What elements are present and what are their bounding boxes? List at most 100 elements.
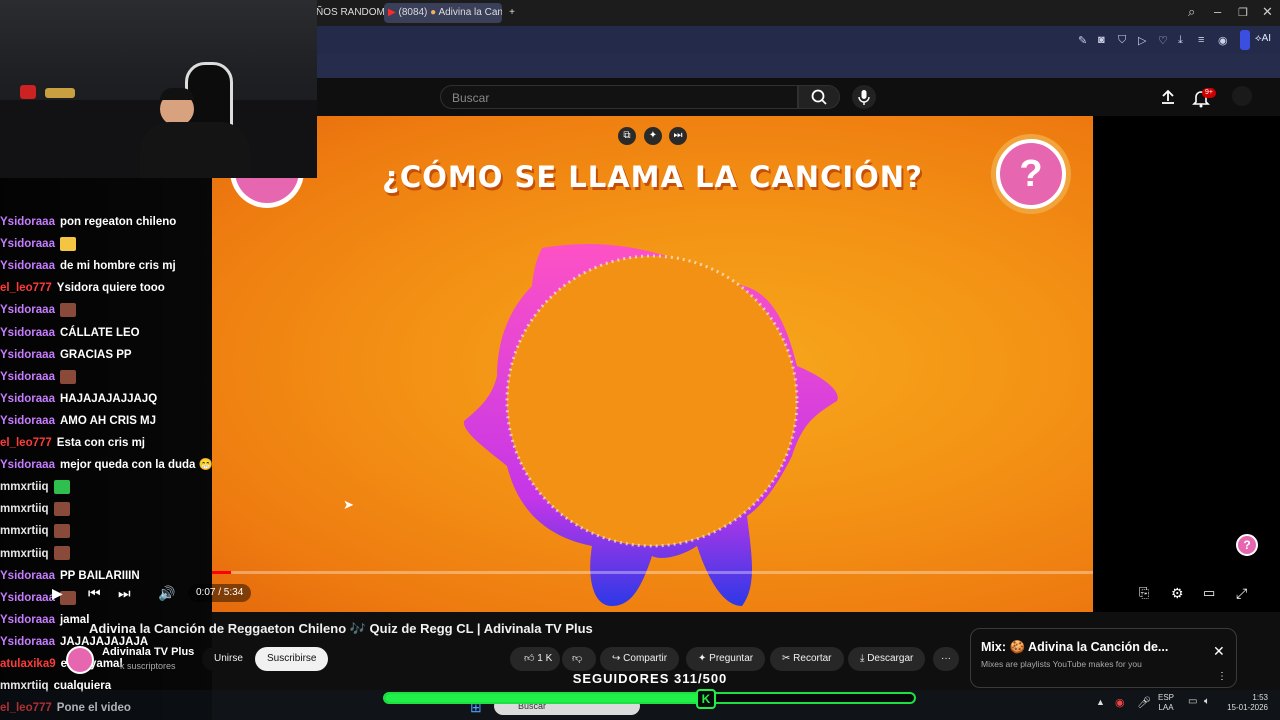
chat-message: Ysidoraaa GRACIAS PP	[0, 345, 132, 365]
chat-username[interactable]: mmxrtiiq	[0, 503, 49, 515]
edit-icon[interactable]: ✎	[1078, 34, 1087, 47]
chat-username[interactable]: Ysidoraaa	[0, 636, 55, 648]
ai-sparkle-icon[interactable]: ✦	[644, 127, 662, 145]
chat-message: Ysidoraaa	[0, 300, 76, 320]
play-icon[interactable]: ▷	[1138, 34, 1146, 47]
chat-emote-icon	[59, 237, 76, 252]
fullscreen-icon[interactable]: ⤢	[1236, 585, 1247, 602]
chat-emote-icon	[59, 369, 76, 384]
share-button[interactable]: ↪ Compartir	[600, 647, 680, 671]
speaker-icon[interactable]: 🔈︎	[1204, 696, 1210, 707]
minimize-icon[interactable]: –	[1214, 4, 1221, 19]
heart-icon[interactable]: ♡	[1158, 34, 1168, 47]
new-tab-plus-icon[interactable]: +	[500, 3, 524, 23]
close-mix-icon[interactable]: ✕	[1213, 643, 1225, 660]
chat-emote-icon	[53, 480, 70, 495]
chat-username[interactable]: el_leo777	[0, 437, 52, 449]
chat-message: Ysidoraaa de mi hombre cris mj	[0, 256, 176, 276]
scissors-icon: ✂	[782, 653, 791, 664]
progress-bar[interactable]	[212, 571, 1093, 574]
tray-chevron-icon[interactable]: ▲	[1096, 697, 1105, 707]
tray-app-icon[interactable]: ◉	[1115, 696, 1125, 709]
shelf-items	[45, 88, 75, 98]
chat-username[interactable]: Ysidoraaa	[0, 371, 55, 383]
channel-avatar[interactable]	[66, 646, 94, 674]
chat-username[interactable]: el_leo777	[0, 282, 52, 294]
chat-message: Ysidoraaa pon regeaton chileno	[0, 212, 176, 232]
video-title: Adivina la Canción de Reggaeton Chileno …	[89, 621, 593, 636]
chat-username[interactable]: mmxrtiiq	[0, 548, 49, 560]
maximize-icon[interactable]: ❐	[1238, 6, 1248, 19]
join-button[interactable]: Unirse	[202, 647, 255, 671]
chat-message: el_leo777 Esta con cris mj	[0, 433, 145, 453]
search-icon	[811, 89, 827, 105]
tab-random[interactable]: ÑOS RANDOM ●	[312, 3, 390, 23]
upload-button[interactable]	[1159, 88, 1177, 111]
voice-search-button[interactable]	[852, 85, 876, 109]
chat-username[interactable]: Ysidoraaa	[0, 349, 55, 361]
volume-icon[interactable]: 🔊	[158, 585, 175, 602]
next-button[interactable]: ⏭	[118, 585, 131, 602]
microphone-tray-icon[interactable]: 🎤︎	[1137, 696, 1151, 709]
chat-message-text: PP BAILARIIIN	[59, 569, 140, 582]
clip-button[interactable]: ✂ Recortar	[770, 647, 844, 671]
ask-button[interactable]: ✦ Preguntar	[686, 647, 766, 671]
chat-username[interactable]: Ysidoraaa	[0, 238, 55, 250]
subtitles-icon[interactable]: ⎘	[1139, 585, 1149, 601]
kick-logo-icon: K	[696, 689, 716, 709]
dislike-button[interactable]: 👎︎	[562, 647, 596, 671]
chat-username[interactable]: Ysidoraaa	[0, 304, 55, 316]
download-icon[interactable]: ⤓	[1178, 34, 1183, 47]
chat-username[interactable]: mmxrtiiq	[0, 525, 49, 537]
cookie-icon: ●	[430, 7, 437, 18]
more-vertical-icon[interactable]: ⋮	[1217, 671, 1227, 682]
quiz-float-icon: ?	[1236, 534, 1258, 556]
play-button[interactable]: ▶	[52, 585, 63, 602]
profile-icon[interactable]: ◉	[1218, 34, 1228, 47]
network-icon[interactable]: ▭	[1188, 696, 1197, 707]
search-input[interactable]: Buscar	[440, 85, 798, 109]
subscribe-button[interactable]: Suscribirse	[255, 647, 329, 671]
channel-name[interactable]: Adivinala TV Plus	[102, 646, 194, 658]
more-actions-button[interactable]: ···	[933, 647, 959, 671]
chat-username[interactable]: mmxrtiiq	[0, 481, 49, 493]
chat-message-text: CÁLLATE LEO	[59, 326, 140, 339]
camera-icon[interactable]: ◙	[1098, 34, 1105, 46]
chat-username[interactable]: Ysidoraaa	[0, 614, 55, 626]
avatar[interactable]	[1232, 86, 1252, 106]
ai-button[interactable]: ⟡AI	[1255, 33, 1271, 44]
red-object	[20, 85, 36, 99]
chat-message-text: GRACIAS PP	[59, 348, 132, 361]
chat-username[interactable]: Ysidoraaa	[0, 393, 55, 405]
chat-message-text: AMO AH CRIS MJ	[59, 414, 157, 427]
chat-username[interactable]: Ysidoraaa	[0, 327, 55, 339]
settings-gear-icon[interactable]: ⚙	[1171, 585, 1184, 602]
menu-icon[interactable]: ≡	[1198, 34, 1204, 46]
mix-playlist-panel[interactable]: Mix: 🍪 Adivina la Canción de... Mixes ar…	[970, 628, 1237, 688]
like-button[interactable]: 👍︎ 1 K	[510, 647, 560, 671]
close-window-icon[interactable]: ✕	[1262, 4, 1273, 20]
tab-youtube-active[interactable]: ▶ (8084) ● Adivina la Canci	[384, 3, 502, 23]
thumbs-down-icon: 👎︎	[572, 653, 583, 664]
search-button[interactable]	[798, 85, 840, 109]
previous-button[interactable]: ⏮	[88, 585, 101, 602]
theater-mode-icon[interactable]: ▭	[1203, 585, 1215, 601]
chat-username[interactable]: Ysidoraaa	[0, 459, 55, 471]
chat-message-text: mejor queda con la duda 😁	[59, 459, 213, 472]
shield-icon[interactable]: ⛉	[1118, 34, 1126, 47]
skip-icon[interactable]: ⏭	[669, 127, 687, 145]
microphone-icon	[858, 90, 870, 105]
language-indicator[interactable]: ESP LAA	[1158, 693, 1174, 713]
chat-username[interactable]: Ysidoraaa	[0, 260, 55, 272]
chat-username[interactable]: Ysidoraaa	[0, 216, 55, 228]
chat-username[interactable]: Ysidoraaa	[0, 415, 55, 427]
clock[interactable]: 1:53 15-01-2026	[1224, 693, 1268, 713]
chat-username[interactable]: atulaxika9	[0, 658, 56, 670]
download-button[interactable]: ⤓ Descargar	[848, 647, 926, 671]
progress-fill	[212, 571, 231, 574]
chat-username[interactable]: Ysidoraaa	[0, 592, 55, 604]
miniplayer-icon[interactable]: ⧉	[618, 127, 636, 145]
tab-search-icon[interactable]: ⌕	[1188, 4, 1195, 20]
chat-username[interactable]: Ysidoraaa	[0, 570, 55, 582]
notification-count-badge: 9+	[1202, 88, 1216, 98]
